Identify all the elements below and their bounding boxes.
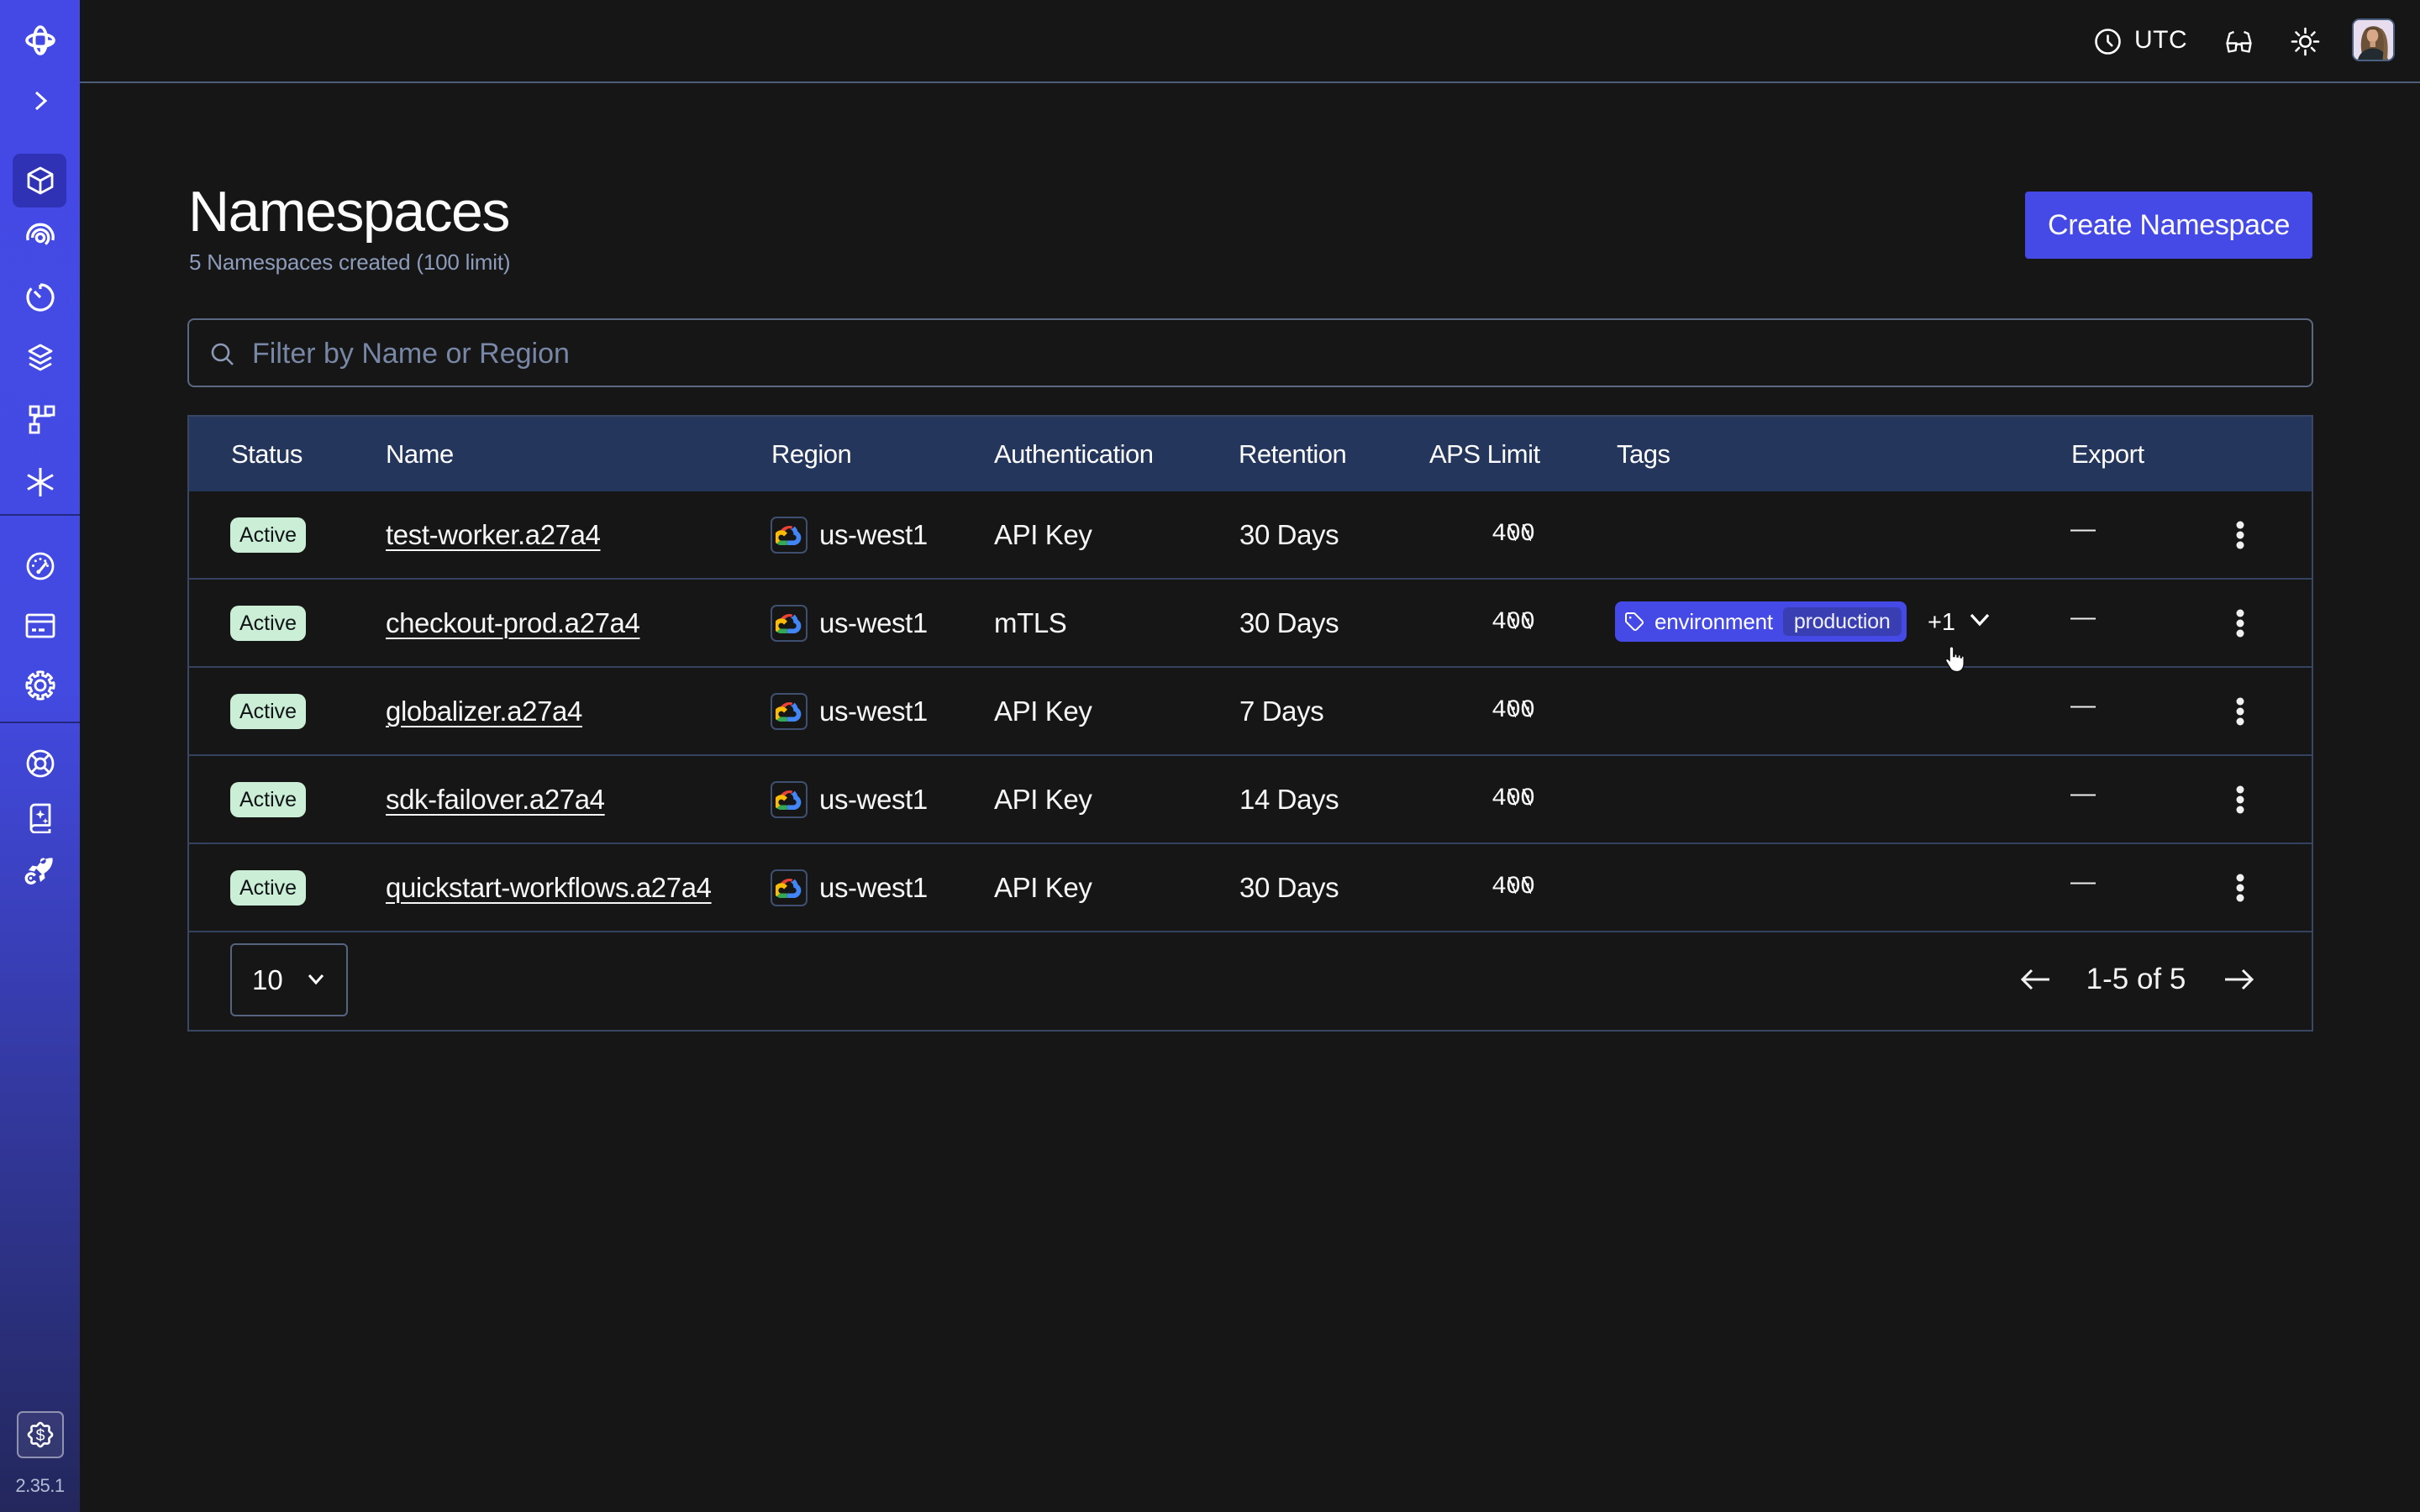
svg-text:$: $: [36, 1426, 45, 1445]
